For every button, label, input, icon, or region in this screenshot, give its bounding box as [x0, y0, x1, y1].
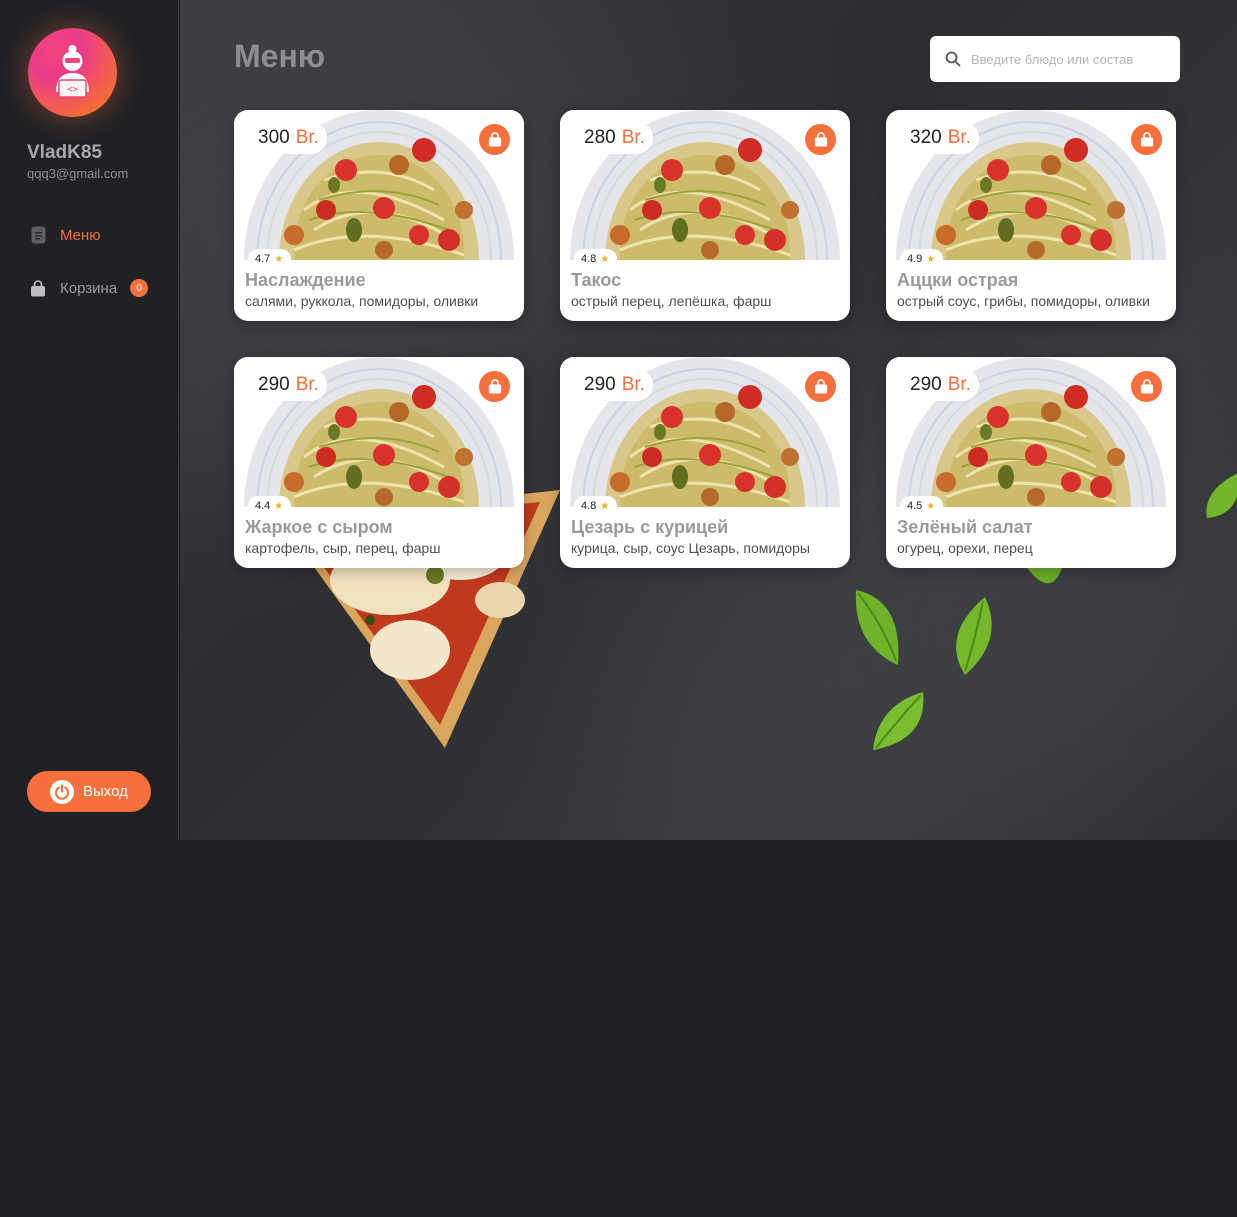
shopping-bag-icon — [488, 379, 501, 394]
dish-title: Цезарь с курицей — [571, 517, 729, 537]
sidebar: <> VladK85 qqq3@gmail.com Меню Корзина 0 — [0, 0, 179, 840]
search-input[interactable] — [971, 51, 1161, 67]
star-icon: ★ — [600, 500, 610, 512]
shopping-bag-icon — [814, 379, 827, 394]
add-to-cart-button[interactable] — [1131, 124, 1162, 155]
price-currency: Br. — [295, 374, 319, 395]
dish-card[interactable]: 290 Br. 4.8 ★ Цезарь с курицей курица, с… — [560, 357, 850, 568]
svg-text:<>: <> — [67, 85, 78, 95]
add-to-cart-button[interactable] — [479, 124, 510, 155]
add-to-cart-button[interactable] — [1131, 371, 1162, 402]
dish-ingredients: картофель, сыр, перец, фарш — [245, 540, 441, 556]
add-to-cart-button[interactable] — [805, 124, 836, 155]
price-tag: 290 Br. — [902, 369, 979, 401]
basil-leaf-illustration — [873, 692, 924, 750]
rating-value: 4.8 — [581, 500, 597, 512]
dish-ingredients: курица, сыр, соус Цезарь, помидоры — [571, 540, 810, 556]
star-icon: ★ — [274, 500, 284, 512]
dish-ingredients: огурец, орехи, перец — [897, 540, 1033, 556]
basil-leaf-illustration — [956, 597, 992, 675]
shopping-bag-icon — [1140, 132, 1153, 147]
avatar[interactable]: <> — [28, 28, 117, 117]
dish-card[interactable]: 290 Br. 4.5 ★ Зелёный салат огурец, орех… — [886, 357, 1176, 568]
price-currency: Br. — [947, 374, 971, 395]
star-icon: ★ — [600, 253, 610, 265]
dish-ingredients: острый соус, грибы, помидоры, оливки — [897, 293, 1150, 309]
star-icon: ★ — [926, 500, 936, 512]
page-title: Меню — [234, 38, 326, 74]
price-currency: Br. — [295, 127, 319, 148]
dish-title: Зелёный салат — [897, 517, 1033, 537]
nav-item-cart[interactable]: Корзина 0 — [30, 276, 149, 300]
dish-ingredients: салями, руккола, помидоры, оливки — [245, 293, 479, 309]
add-to-cart-button[interactable] — [479, 371, 510, 402]
rating-value: 4.8 — [581, 253, 597, 265]
shopping-bag-icon — [1140, 379, 1153, 394]
user-name: VladK85 — [27, 142, 102, 163]
rating-value: 4.5 — [907, 500, 923, 512]
search-icon — [945, 51, 961, 67]
shopping-bag-icon — [814, 132, 827, 147]
price-currency: Br. — [621, 127, 645, 148]
nav-item-label: Корзина — [60, 279, 118, 297]
price-currency: Br. — [947, 127, 971, 148]
dish-card[interactable]: 280 Br. 4.8 ★ Такос острый перец, лепёшк… — [560, 110, 850, 321]
nav-item-menu[interactable]: Меню — [30, 223, 101, 247]
price-tag: 320 Br. — [902, 122, 979, 154]
price-tag: 290 Br. — [576, 369, 653, 401]
dish-title: Аццки острая — [897, 270, 1019, 290]
rating-value: 4.4 — [255, 500, 271, 512]
shopping-bag-icon — [488, 132, 501, 147]
add-to-cart-button[interactable] — [805, 371, 836, 402]
rating-badge: 4.8 ★ — [574, 249, 618, 269]
price-tag: 280 Br. — [576, 122, 653, 154]
logout-button[interactable]: Выход — [27, 771, 151, 812]
rating-badge: 4.4 ★ — [248, 496, 292, 516]
dish-card[interactable]: 290 Br. 4.4 ★ Жаркое с сыром картофель, … — [234, 357, 524, 568]
dish-card[interactable]: 320 Br. 4.9 ★ Аццки острая острый соус, … — [886, 110, 1176, 321]
nav-item-label: Меню — [60, 226, 101, 244]
price-tag: 290 Br. — [250, 369, 327, 401]
dish-card[interactable]: 300 Br. 4.7 ★ Наслаждение салями, руккол… — [234, 110, 524, 321]
price-value: 290 — [584, 374, 616, 395]
rating-value: 4.9 — [907, 253, 923, 265]
price-currency: Br. — [621, 374, 645, 395]
menu-list-icon — [30, 226, 46, 244]
basil-leaf-illustration — [1206, 473, 1237, 518]
programmer-icon: <> — [56, 45, 89, 98]
price-value: 320 — [910, 127, 942, 148]
basil-leaf-illustration — [855, 590, 899, 665]
rating-badge: 4.8 ★ — [574, 496, 618, 516]
price-value: 290 — [258, 374, 290, 395]
shopping-bag-icon — [30, 279, 46, 297]
power-icon — [50, 779, 74, 804]
rating-value: 4.7 — [255, 253, 271, 265]
dish-title: Такос — [571, 270, 622, 290]
cart-count-badge: 0 — [130, 279, 149, 297]
dish-title: Наслаждение — [245, 270, 366, 290]
dish-ingredients: острый перец, лепёшка, фарш — [571, 293, 772, 309]
price-tag: 300 Br. — [250, 122, 327, 154]
rating-badge: 4.5 ★ — [900, 496, 944, 516]
price-value: 300 — [258, 127, 290, 148]
rating-badge: 4.9 ★ — [900, 249, 944, 269]
star-icon: ★ — [274, 253, 284, 265]
price-value: 280 — [584, 127, 616, 148]
rating-badge: 4.7 ★ — [248, 249, 292, 269]
dish-title: Жаркое с сыром — [245, 517, 393, 537]
search-box[interactable] — [930, 36, 1180, 82]
star-icon: ★ — [926, 253, 936, 265]
user-email: qqq3@gmail.com — [27, 166, 129, 181]
price-value: 290 — [910, 374, 942, 395]
main-content: Меню Введите блюдо или состав 300 Br. 4.… — [180, 0, 1237, 840]
logout-label: Выход — [83, 783, 128, 800]
